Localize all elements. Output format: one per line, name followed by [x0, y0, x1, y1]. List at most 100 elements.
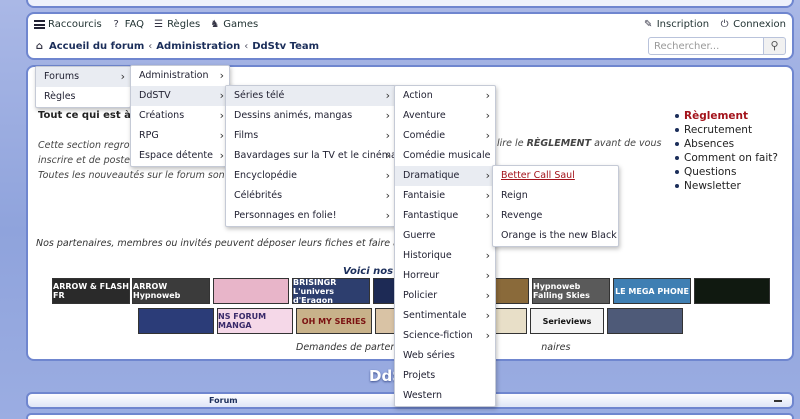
menu-item-regles[interactable]: Règles	[36, 87, 130, 107]
banner-partial[interactable]	[495, 278, 529, 304]
side-link-comment[interactable]: Comment on fait?	[675, 151, 778, 165]
power-icon: ⏻	[720, 19, 729, 30]
menu-item-encyclopedie[interactable]: Encyclopédie	[226, 166, 395, 186]
connexion-link[interactable]: ⏻ Connexion	[719, 19, 786, 30]
breadcrumb-team[interactable]: DdStv Team	[252, 41, 319, 52]
menu-item-horreur[interactable]: Horreur	[395, 266, 495, 286]
intro-right: lire le RÈGLEMENT avant de vous	[497, 138, 661, 149]
side-link-recrutement[interactable]: Recrutement	[675, 123, 778, 137]
bottom-strip	[26, 413, 794, 419]
menu-item-forums[interactable]: Forums	[36, 67, 130, 87]
breadcrumb-separator: ‹	[148, 41, 153, 52]
menu-item-better-call-saul[interactable]: Better Call Saul	[493, 166, 618, 186]
menu-item-action[interactable]: Action	[395, 86, 495, 106]
menu-item-creations[interactable]: Créations	[131, 106, 229, 126]
menu-item-fantaisie[interactable]: Fantaisie	[395, 186, 495, 206]
raccourcis-label: Raccourcis	[48, 19, 102, 30]
banner-arrow[interactable]: ARROW Hypnoweb	[132, 278, 210, 304]
regles-label: Règles	[167, 19, 201, 30]
connexion-label: Connexion	[733, 19, 786, 30]
reglement-emphasis: RÈGLEMENT	[526, 138, 592, 149]
banner-hypnoweb[interactable]: Hypnoweb Falling Skies	[532, 278, 610, 304]
games-link[interactable]: ♞ Games	[209, 19, 258, 30]
list-icon: ☰	[154, 19, 164, 30]
menu-item-historique[interactable]: Historique	[395, 246, 495, 266]
breadcrumb-admin[interactable]: Administration	[156, 41, 240, 52]
menu-item-guerre[interactable]: Guerre	[395, 226, 495, 246]
banner-arrow-flash[interactable]: ARROW & FLASH FR	[52, 278, 130, 304]
faq-label: FAQ	[124, 19, 145, 30]
search: ⚲	[648, 37, 786, 55]
banner-partial[interactable]	[495, 308, 527, 334]
breadcrumb-separator: ‹	[244, 41, 249, 52]
magnifier-icon[interactable]: ⚲	[764, 37, 786, 55]
collapse-icon[interactable]	[774, 400, 782, 402]
menu-item-rpg[interactable]: RPG	[131, 126, 229, 146]
top-strip	[26, 0, 794, 8]
partners-text: Nos partenaires, membres ou invités peuv…	[36, 238, 409, 249]
menu-item-orange-is-the-new-black[interactable]: Orange is the new Black	[493, 226, 618, 246]
menu-item-series-tele[interactable]: Séries télé	[226, 86, 395, 106]
banner-lemega[interactable]: LE MEGA PHONE	[613, 278, 691, 304]
welcome-title: Tout ce qui est à s	[38, 110, 141, 121]
menu-item-web-series[interactable]: Web séries	[395, 346, 495, 366]
regles-link[interactable]: ☰ Règles	[153, 19, 200, 30]
side-link-newsletter[interactable]: Newsletter	[675, 179, 778, 193]
menu-item-western[interactable]: Western	[395, 386, 495, 406]
menu-item-aventure[interactable]: Aventure	[395, 106, 495, 126]
nav-right: ✎ Inscription ⏻ Connexion	[643, 19, 786, 30]
menu-item-projets[interactable]: Projets	[395, 366, 495, 386]
menu-item-celebrites[interactable]: Célébrités	[226, 186, 395, 206]
banner-ns[interactable]: NS FORUM MANGA	[217, 308, 293, 334]
forum-category-label: Forum	[209, 396, 238, 405]
menu-item-films[interactable]: Films	[226, 126, 395, 146]
menu-item-ddstv[interactable]: DdSTV	[131, 86, 229, 106]
nav-left: Raccourcis ? FAQ ☰ Règles ♞ Games	[34, 19, 258, 30]
menu-item-administration[interactable]: Administration	[131, 66, 229, 86]
side-link-absences[interactable]: Absences	[675, 137, 778, 151]
home-icon: ⌂	[35, 41, 44, 52]
intro-right-prefix: lire le	[497, 138, 527, 149]
menu-item-fantastique[interactable]: Fantastique	[395, 206, 495, 226]
menu-item-personnages[interactable]: Personnages en folie!	[226, 206, 395, 226]
banner-brisingr[interactable]: BRISINGR L'univers d'Eragon	[292, 278, 370, 304]
intro-right-suffix: avant de vous	[591, 138, 662, 149]
side-links: Règlement Recrutement Absences Comment o…	[675, 109, 778, 193]
header: Raccourcis ? FAQ ☰ Règles ♞ Games ✎ Insc…	[26, 12, 794, 60]
inscription-link[interactable]: ✎ Inscription	[643, 19, 709, 30]
menu-item-science-fiction[interactable]: Science-fiction	[395, 326, 495, 346]
side-link-questions[interactable]: Questions	[675, 165, 778, 179]
breadcrumb-home[interactable]: Accueil du forum	[49, 41, 144, 52]
banner-pink[interactable]	[213, 278, 289, 304]
menu-item-dramatique[interactable]: Dramatique	[395, 166, 495, 186]
raccourcis-link[interactable]: Raccourcis	[34, 19, 102, 30]
inscription-label: Inscription	[656, 19, 710, 30]
menu-level2: Administration DdSTV Créations RPG Espac…	[130, 65, 230, 167]
demandes-right: naires	[541, 342, 571, 353]
banner-myseries[interactable]: OH MY SERIES	[296, 308, 372, 334]
menu-item-bavardages[interactable]: Bavardages sur la TV et le cinéma	[226, 146, 397, 166]
banner-serieviews[interactable]: Serieviews	[530, 308, 604, 334]
menu-item-policier[interactable]: Policier	[395, 286, 495, 306]
menu-item-comedie[interactable]: Comédie	[395, 126, 495, 146]
menu-item-comedie-musicale[interactable]: Comédie musicale	[395, 146, 495, 166]
faq-link[interactable]: ? FAQ	[111, 19, 145, 30]
menu-level5: Better Call Saul Reign Revenge Orange is…	[492, 165, 619, 247]
menu-level3: Séries télé Dessins animés, mangas Films…	[225, 85, 397, 227]
menu-item-espace-detente[interactable]: Espace détente	[131, 146, 229, 166]
search-input[interactable]	[648, 37, 764, 55]
menu-item-sentimentale[interactable]: Sentimentale	[395, 306, 495, 326]
games-icon: ♞	[210, 19, 220, 30]
menu-item-reign[interactable]: Reign	[493, 186, 618, 206]
demandes-left: Demandes de partena	[296, 342, 403, 353]
pen-icon: ✎	[644, 19, 653, 30]
banner-city[interactable]	[607, 308, 683, 334]
menu-icon	[34, 20, 45, 29]
banner-d[interactable]	[694, 278, 770, 304]
banner-superman[interactable]	[138, 308, 214, 334]
breadcrumb: ⌂ Accueil du forum ‹ Administration ‹ Dd…	[34, 41, 319, 52]
question-icon: ?	[113, 19, 119, 30]
menu-item-revenge[interactable]: Revenge	[493, 206, 618, 226]
menu-item-dessins-animes[interactable]: Dessins animés, mangas	[226, 106, 395, 126]
side-link-reglement[interactable]: Règlement	[675, 109, 778, 123]
